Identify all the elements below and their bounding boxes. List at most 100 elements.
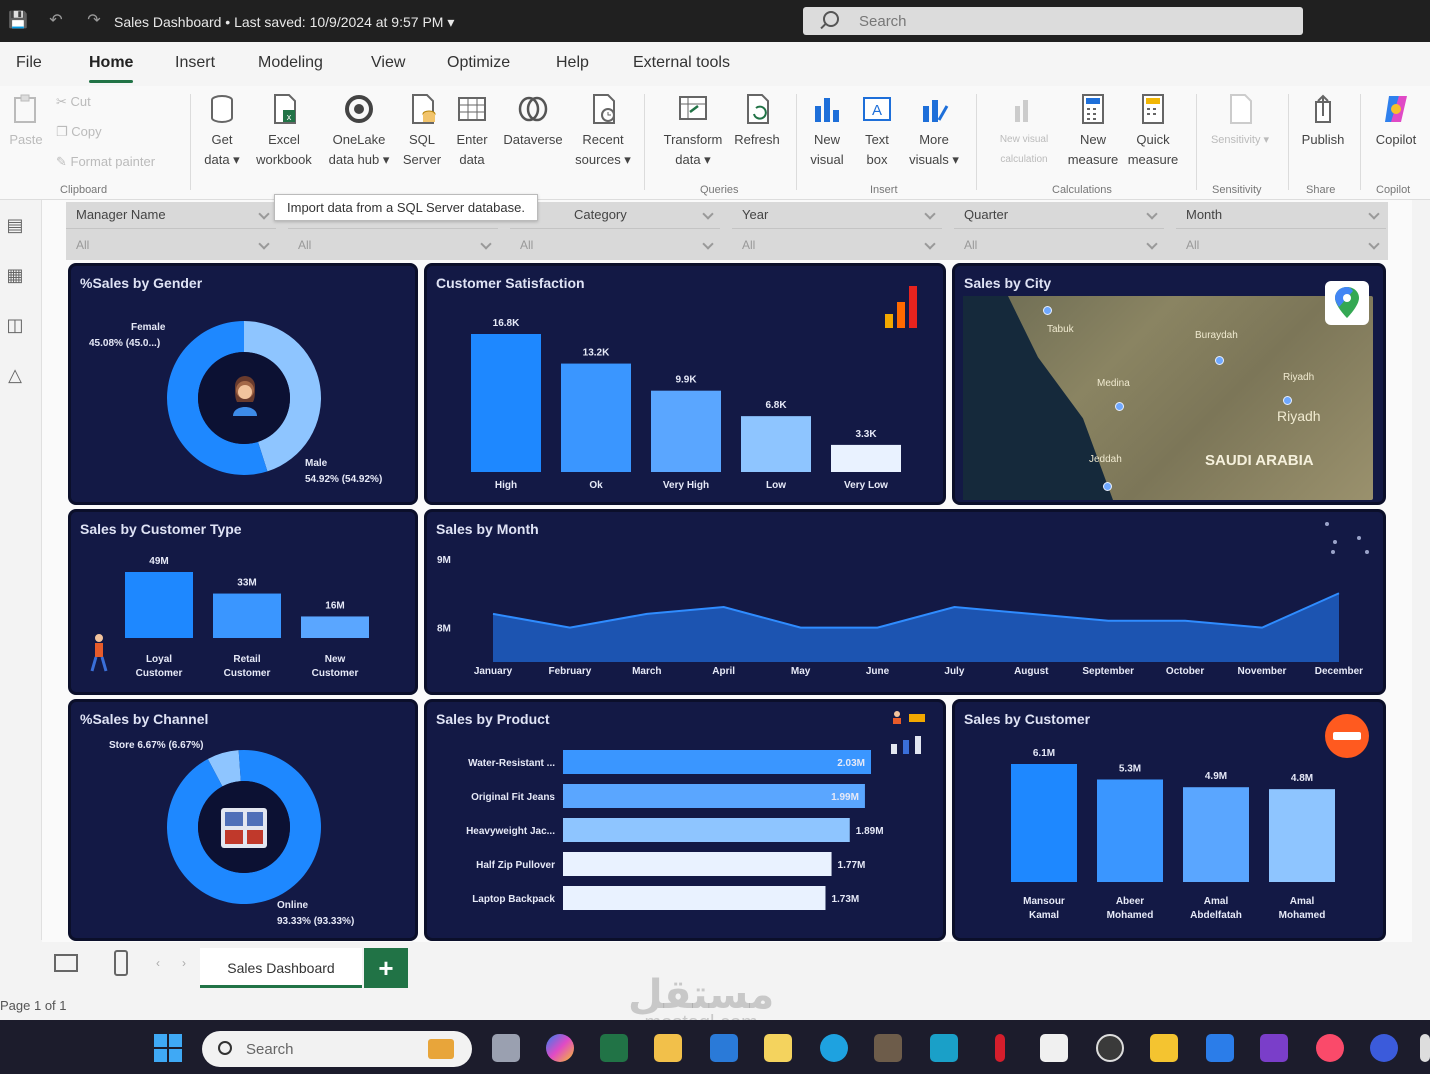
x-tick-label: November [1238,666,1287,677]
excel-app-icon[interactable] [600,1034,628,1062]
dax-query-view-icon[interactable]: △ [4,364,26,386]
page-tab-sales-dashboard[interactable]: Sales Dashboard [200,948,362,988]
app-icon[interactable] [1420,1034,1430,1062]
visual-sales-by-product[interactable]: Sales by Product Water-Resistant ... 2.03… [424,699,946,941]
undo-icon[interactable]: ↶ [46,11,66,31]
visual-sales-by-customer-type[interactable]: Sales by Customer Type 49M Loyal Customer 3… [68,509,418,695]
map-bubble[interactable] [1103,482,1112,491]
tab-file[interactable]: File [16,54,42,72]
copilot-app-icon[interactable] [546,1034,574,1062]
paste-button[interactable]: Paste [4,92,48,150]
sensitivity-button[interactable]: Sensitivity ▾ [1204,92,1276,150]
taskbar-search-input[interactable]: Search [202,1031,472,1067]
ribbon-divider [190,94,191,190]
bar [1269,789,1335,882]
redo-icon[interactable]: ↷ [84,11,104,31]
refresh-button[interactable]: Refresh [730,92,784,150]
chevron-left-icon[interactable]: ‹ [156,956,160,970]
tab-insert[interactable]: Insert [175,54,215,72]
slicer-category[interactable]: Category All [510,202,720,260]
transform-data-button[interactable]: Transform data ▾ [658,92,728,170]
slicer-divider [954,228,1164,229]
slicer-quarter[interactable]: Quarter All [954,202,1164,260]
map-pin-icon[interactable] [1325,281,1369,325]
text-box-button[interactable]: A Text box [854,92,900,170]
map-bubble[interactable] [1215,356,1224,365]
category-label: Laptop Backpack [472,894,555,905]
app-icon[interactable] [995,1034,1005,1062]
new-measure-button[interactable]: New measure [1066,92,1120,170]
table-view-icon[interactable]: ▦ [4,264,26,286]
visual-sales-by-gender[interactable]: %Sales by Gender Female 45.08% (45.0...)… [68,263,418,505]
format-painter-button[interactable]: ✎ Format painter [56,154,155,170]
tab-modeling[interactable]: Modeling [258,54,323,72]
desktop-layout-icon[interactable] [54,954,78,972]
search-input[interactable]: Search [803,7,1303,35]
folder-icon[interactable] [764,1034,792,1062]
slicer-year[interactable]: Year All [732,202,942,260]
onenote-icon[interactable] [1260,1034,1288,1062]
dataverse-button[interactable]: Dataverse [498,92,568,150]
app-icon[interactable] [874,1034,902,1062]
slicer-label: Month [1186,207,1223,222]
visual-sales-by-customer[interactable]: Sales by Customer 6.1M Mansour Kamal 5.3M Ab… [952,699,1386,941]
onelake-button[interactable]: OneLake data hub ▾ [324,92,394,170]
map-bubble[interactable] [1283,396,1292,405]
tab-home[interactable]: Home [89,54,134,83]
mobile-layout-icon[interactable] [114,950,128,976]
data-label: 16.8K [493,318,520,329]
file-explorer-icon[interactable] [654,1034,682,1062]
todo-icon[interactable] [1206,1034,1234,1062]
task-view-icon[interactable] [492,1034,520,1062]
tab-help[interactable]: Help [556,54,589,72]
new-visual-calc-button[interactable]: New visual calculation [984,92,1064,170]
table-icon [458,97,486,121]
map-bubble[interactable] [1115,402,1124,411]
excel-workbook-button[interactable]: x Excel workbook [250,92,318,170]
visual-customer-satisfaction[interactable]: Customer Satisfaction 16.8K High 13.2K Ok 9.… [424,263,946,505]
sql-server-button[interactable]: SQL Server [400,92,444,170]
visual-sales-by-month[interactable]: Sales by Month 9M 8M January February March A… [424,509,1386,695]
window-title[interactable]: Sales Dashboard • Last saved: 10/9/2024 … [114,14,454,31]
add-page-button[interactable]: + [364,948,408,988]
get-data-button[interactable]: Get data ▾ [198,92,246,170]
quick-measure-button[interactable]: Quick measure [1124,92,1182,170]
tab-external-tools[interactable]: External tools [633,54,730,72]
visual-sales-by-channel[interactable]: %Sales by Channel Store 6.67% (6.67%) On… [68,699,418,941]
slicer-month[interactable]: Month All [1176,202,1386,260]
music-icon[interactable] [1316,1034,1344,1062]
enter-data-button[interactable]: Enter data [450,92,494,170]
slicer-manager-name[interactable]: Manager Name All [66,202,276,260]
publish-button[interactable]: Publish [1296,92,1350,150]
obs-icon[interactable] [1096,1034,1124,1062]
windows-start-icon[interactable] [154,1034,182,1062]
app-icon[interactable] [1370,1034,1398,1062]
chevron-right-icon[interactable]: › [182,956,186,970]
minus-circle-icon [1325,714,1369,758]
cut-button[interactable]: ✂ Cut [56,94,91,110]
data-label: 1.73M [831,894,859,905]
quick-measure-icon [1142,94,1164,124]
visual-sales-by-city[interactable]: Sales by City Tabuk Buraydah Medina Riya… [952,263,1386,505]
save-icon[interactable]: 💾 [8,11,28,31]
outlook-icon[interactable] [710,1034,738,1062]
remote-desktop-icon[interactable] [930,1034,958,1062]
sticky-notes-icon[interactable] [1150,1034,1178,1062]
tab-optimize[interactable]: Optimize [447,54,510,72]
tab-view[interactable]: View [371,54,405,72]
report-view-icon[interactable]: ▤ [4,214,26,236]
store-icon[interactable] [1040,1034,1068,1062]
edge-icon[interactable] [820,1034,848,1062]
more-visuals-button[interactable]: More visuals ▾ [904,92,964,170]
chevron-down-icon [702,208,714,220]
map-bubble[interactable] [1043,306,1052,315]
x-tick-label: August [1014,666,1049,677]
queries-group-label: Queries [700,184,739,196]
saudi-map[interactable]: Tabuk Buraydah Medina Riyadh Riyadh Jedd… [963,296,1373,500]
new-visual-button[interactable]: New visual [804,92,850,170]
copy-button[interactable]: ❐ Copy [56,124,102,140]
slicer-label: Category [574,207,627,222]
recent-sources-button[interactable]: Recent sources ▾ [572,92,634,170]
model-view-icon[interactable]: ◫ [4,314,26,336]
copilot-button[interactable]: Copilot [1366,92,1426,150]
